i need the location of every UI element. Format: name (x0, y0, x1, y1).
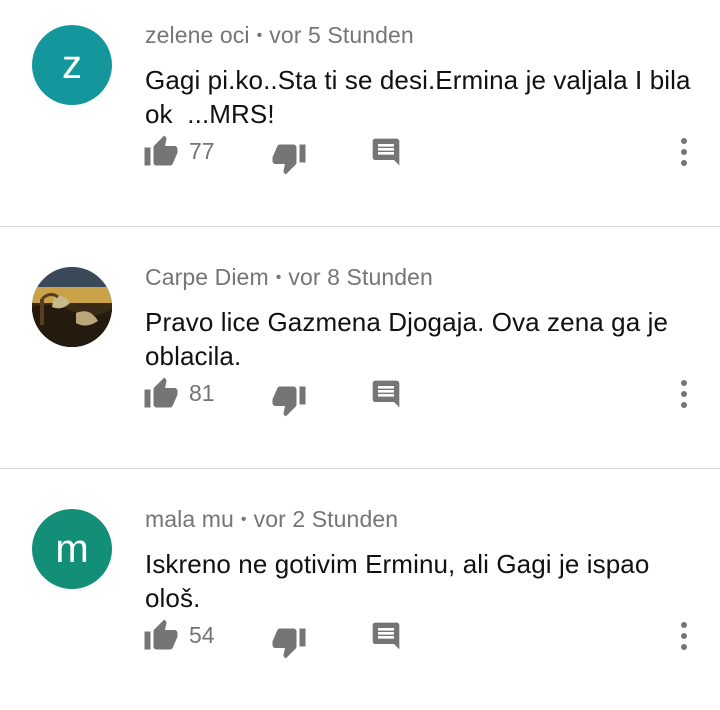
comment-meta: zelene oci • vor 5 Stunden (145, 22, 414, 49)
comment-author[interactable]: zelene oci (145, 22, 250, 48)
like-button[interactable] (143, 618, 179, 654)
reply-comment-icon (372, 138, 400, 166)
comment-time: vor 5 Stunden (269, 22, 414, 48)
more-options-button[interactable] (670, 134, 698, 170)
comment-meta: mala mu • vor 2 Stunden (145, 506, 398, 533)
dislike-button[interactable] (271, 382, 307, 418)
avatar[interactable] (32, 267, 112, 347)
like-count: 77 (189, 138, 215, 164)
more-vertical-icon (681, 622, 687, 650)
avatar-letter: m (55, 526, 89, 571)
more-options-button[interactable] (670, 618, 698, 654)
comment-author[interactable]: Carpe Diem (145, 264, 269, 290)
avatar-image (32, 267, 112, 347)
meta-separator: • (275, 269, 282, 286)
comment-time: vor 2 Stunden (253, 506, 399, 532)
meta-separator: • (256, 27, 263, 44)
comment-text: Gagi pi.ko..Sta ti se desi.Ermina je val… (145, 65, 698, 129)
divider (0, 468, 720, 469)
comment-actions: 54 (0, 614, 720, 664)
thumb-down-icon (272, 386, 306, 417)
dislike-button[interactable] (271, 624, 307, 660)
meta-separator: • (240, 511, 247, 528)
reply-comment-icon (372, 622, 400, 650)
more-vertical-icon (681, 380, 687, 408)
thumb-down-icon (272, 144, 306, 175)
comment-item: Carpe Diem • vor 8 Stunden Pravo lice Gazm… (0, 242, 720, 468)
thumb-up-icon (144, 619, 178, 650)
like-count: 54 (189, 622, 215, 648)
thumb-up-icon (144, 377, 178, 408)
thumb-up-icon (144, 135, 178, 166)
thumb-down-icon (272, 628, 306, 659)
like-button[interactable] (143, 134, 179, 170)
avatar[interactable]: m (32, 509, 112, 589)
comment-item: m mala mu • vor 2 Stunden Iskreno ne gotiv… (0, 484, 720, 710)
comment-item: z zelene oci • vor 5 Stunden Gagi pi.ko..S… (0, 0, 720, 226)
comment-text: Pravo lice Gazmena Djogaja. Ova zena ga … (145, 307, 676, 371)
divider (0, 226, 720, 227)
comment-text: Iskreno ne gotivim Erminu, ali Gagi je i… (145, 549, 657, 613)
like-count: 81 (189, 380, 215, 406)
more-vertical-icon (681, 138, 687, 166)
dislike-button[interactable] (271, 140, 307, 176)
reply-comment-icon (372, 380, 400, 408)
comment-actions: 81 (0, 372, 720, 422)
reply-button[interactable] (370, 136, 402, 168)
like-button[interactable] (143, 376, 179, 412)
comment-actions: 77 (0, 130, 720, 180)
comment-meta: Carpe Diem • vor 8 Stunden (145, 264, 433, 291)
reply-button[interactable] (370, 378, 402, 410)
reply-button[interactable] (370, 620, 402, 652)
comment-time: vor 8 Stunden (288, 264, 433, 290)
comment-author[interactable]: mala mu (145, 506, 234, 532)
more-options-button[interactable] (670, 376, 698, 412)
avatar[interactable]: z (32, 25, 112, 105)
avatar-letter: z (62, 42, 82, 87)
